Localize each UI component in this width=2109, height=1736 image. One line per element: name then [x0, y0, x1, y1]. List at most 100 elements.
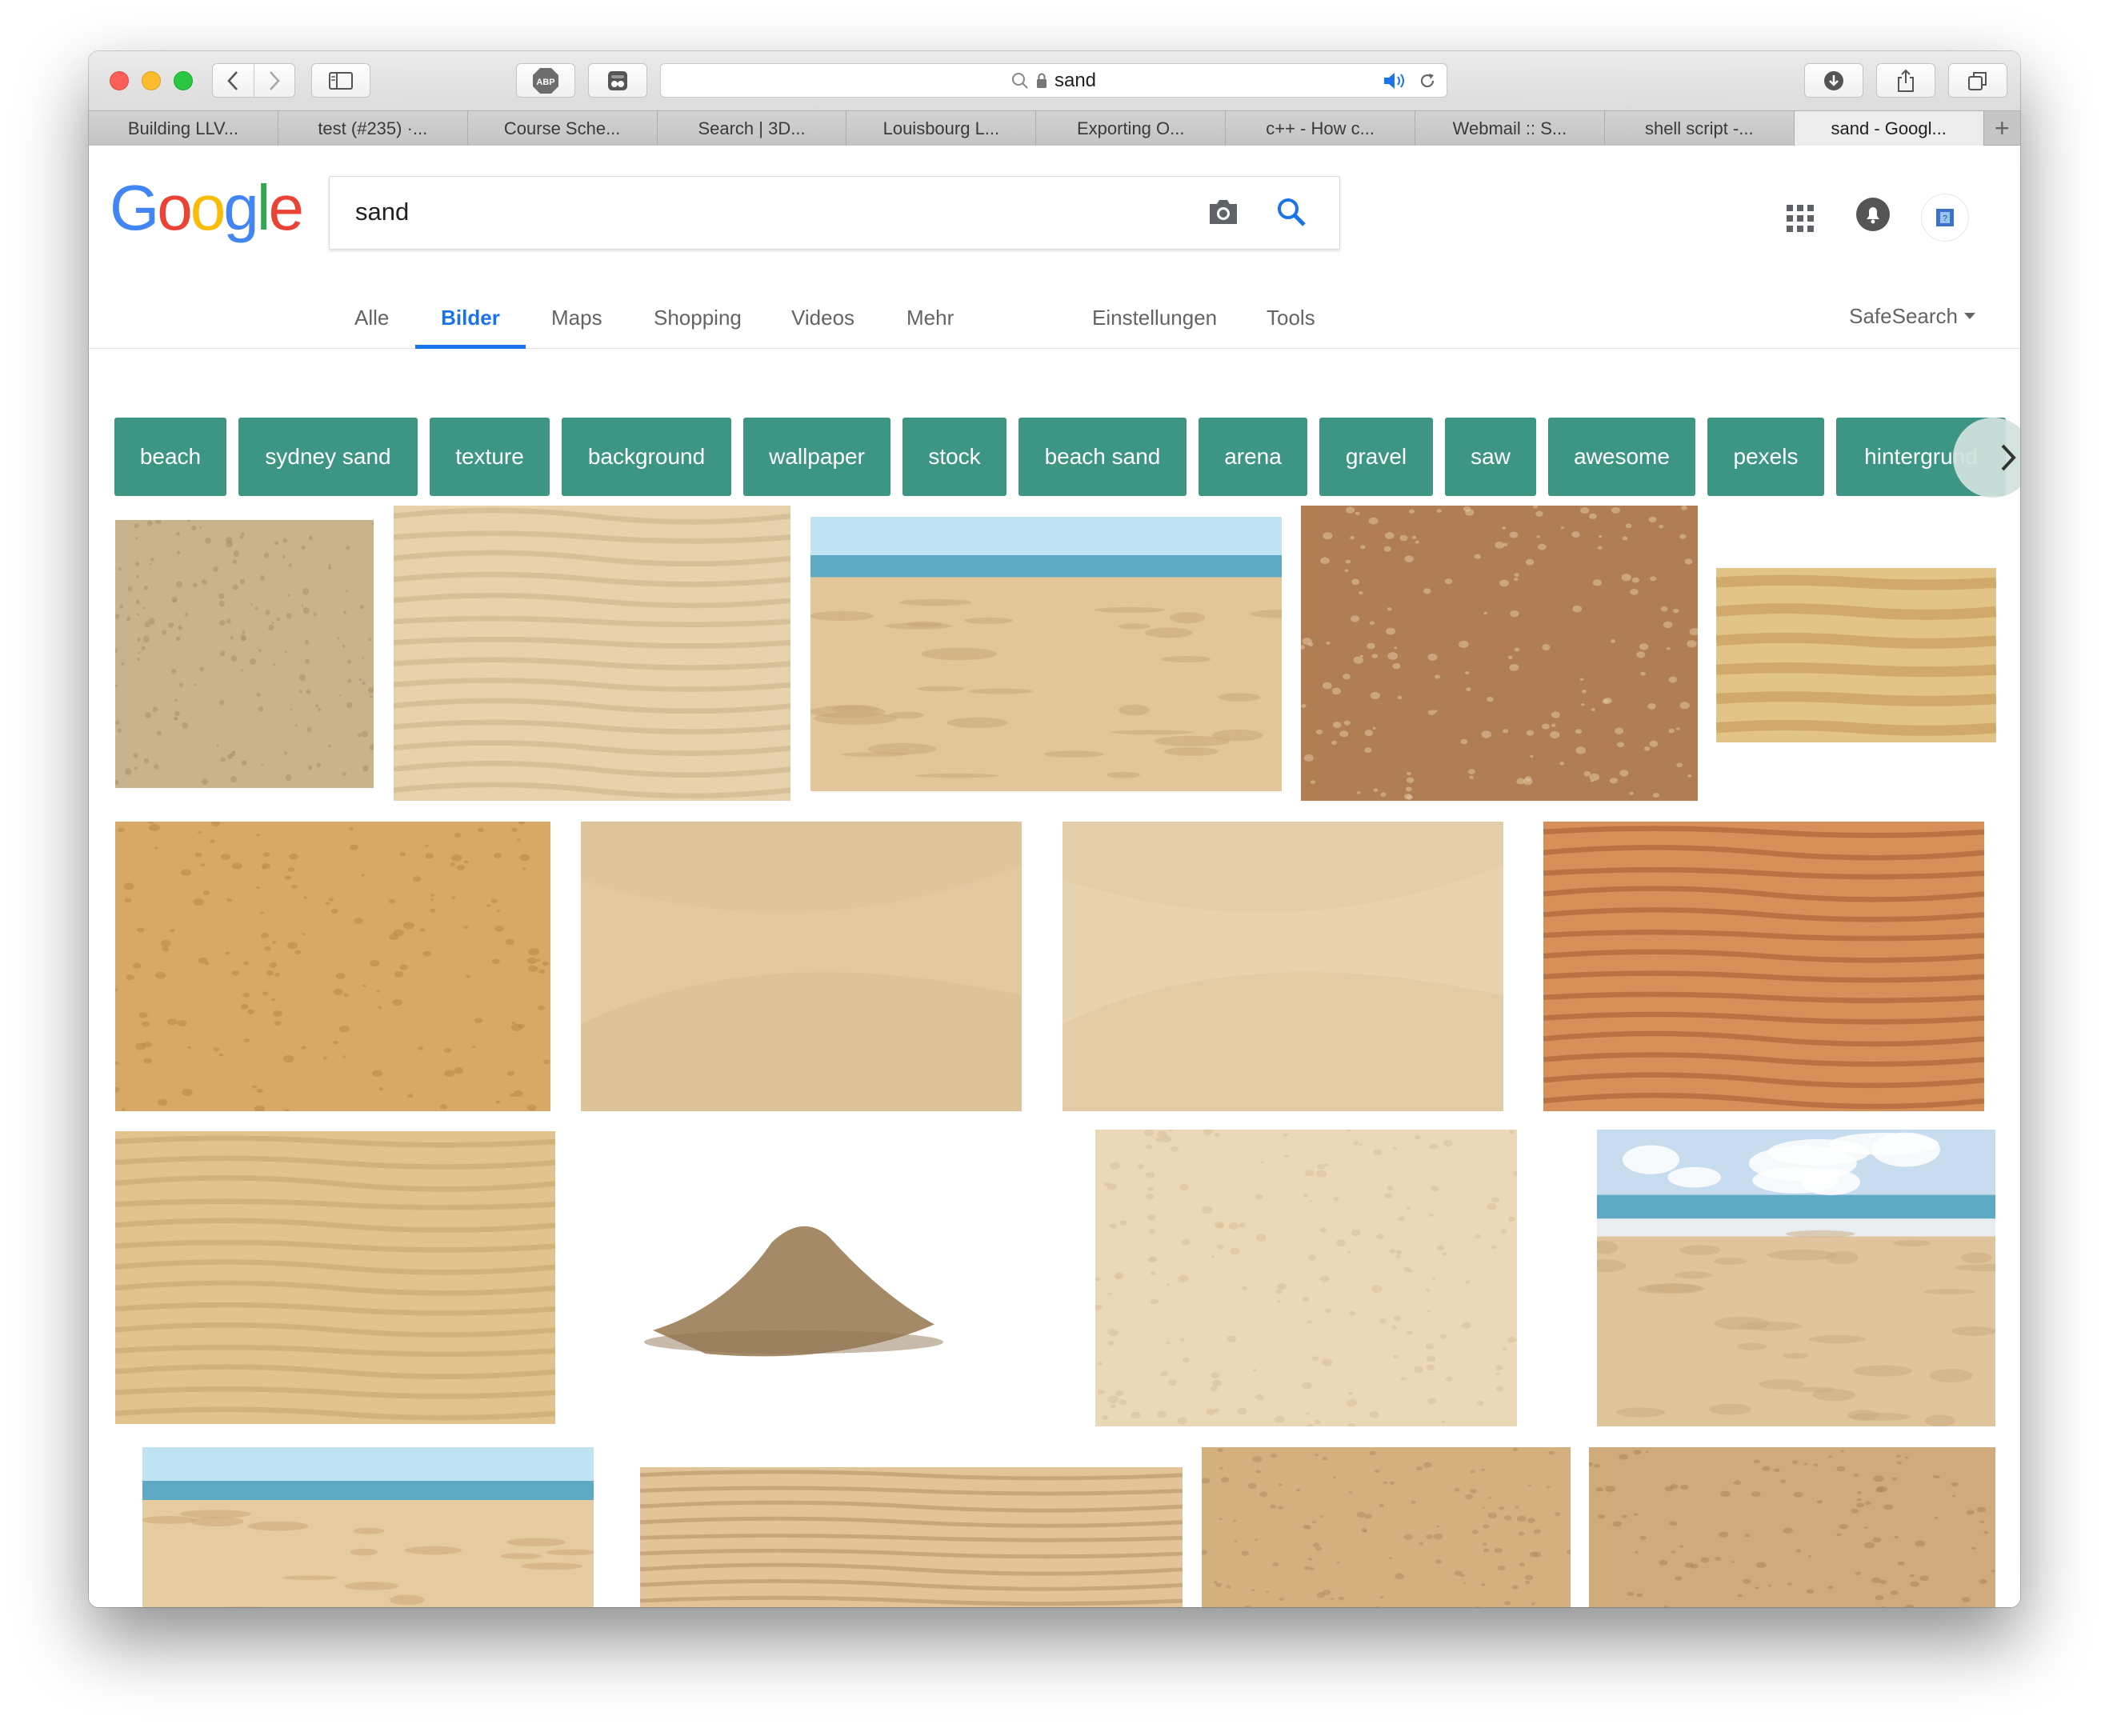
- safesearch-dropdown[interactable]: SafeSearch: [1849, 286, 1975, 346]
- chevron-left-icon: [227, 70, 238, 90]
- chip-label: sydney sand: [265, 444, 391, 469]
- forward-button[interactable]: [253, 64, 294, 97]
- image-result[interactable]: [1301, 506, 1698, 801]
- browser-toolbar: ABP sand: [89, 51, 2020, 110]
- url-text: sand: [1054, 69, 1097, 91]
- image-result[interactable]: [1716, 568, 1996, 742]
- chip-beach-sand[interactable]: beach sand: [1018, 418, 1187, 496]
- google-logo[interactable]: Google: [110, 172, 304, 243]
- chip-awesome[interactable]: awesome: [1548, 418, 1695, 496]
- search-icon[interactable]: [1275, 196, 1307, 232]
- browser-tab[interactable]: Exporting O...: [1036, 111, 1227, 146]
- chip-label: gravel: [1345, 444, 1407, 469]
- downloads-button[interactable]: [1804, 63, 1863, 98]
- ghostery-extension-button[interactable]: [588, 63, 647, 98]
- search-input[interactable]: sand: [329, 176, 1340, 250]
- settings-link[interactable]: Einstellungen: [1092, 286, 1217, 349]
- tab-alle[interactable]: Alle: [354, 286, 389, 349]
- adblock-label: ABP: [536, 78, 554, 87]
- bell-icon[interactable]: [1855, 197, 1891, 236]
- chip-beach[interactable]: beach: [114, 418, 226, 496]
- image-result[interactable]: [1543, 822, 1984, 1111]
- image-result[interactable]: [1202, 1447, 1571, 1607]
- search-query[interactable]: sand: [355, 198, 409, 226]
- chip-sydney-sand[interactable]: sydney sand: [238, 418, 418, 496]
- image-thumbnail: [115, 520, 374, 788]
- image-thumbnail: [1716, 568, 1996, 742]
- image-result[interactable]: [1063, 822, 1503, 1111]
- account-avatar[interactable]: ?: [1921, 194, 1969, 242]
- window-minimize-button[interactable]: [142, 71, 161, 90]
- back-button[interactable]: [213, 64, 254, 97]
- tab-bilder[interactable]: Bilder: [415, 286, 526, 349]
- image-result[interactable]: [394, 506, 790, 801]
- tab-maps[interactable]: Maps: [551, 286, 602, 349]
- chevron-right-icon: [270, 70, 280, 90]
- chip-gravel[interactable]: gravel: [1319, 418, 1433, 496]
- browser-tab[interactable]: shell script -...: [1604, 111, 1795, 146]
- plus-icon: +: [1994, 114, 2010, 142]
- logo-letter: o: [157, 172, 192, 243]
- browser-tab[interactable]: c++ - How c...: [1226, 111, 1416, 146]
- chip-label: stock: [928, 444, 981, 469]
- tools-link[interactable]: Tools: [1267, 286, 1315, 349]
- ghost-icon: [608, 70, 627, 90]
- show-all-tabs-button[interactable]: [1948, 63, 2007, 98]
- image-thumbnail: [1543, 822, 1984, 1111]
- image-result[interactable]: [574, 1131, 1014, 1424]
- sidebar-icon: [329, 71, 353, 90]
- chip-texture[interactable]: texture: [430, 418, 550, 496]
- adblock-extension-button[interactable]: ABP: [516, 63, 575, 98]
- image-result[interactable]: [640, 1467, 1183, 1607]
- image-result[interactable]: [810, 517, 1282, 791]
- tab-title: Webmail :: S...: [1452, 118, 1567, 138]
- image-result[interactable]: [115, 1131, 555, 1424]
- image-result[interactable]: [581, 822, 1022, 1111]
- camera-icon[interactable]: [1207, 196, 1240, 232]
- share-icon: [1898, 69, 1914, 92]
- browser-tab[interactable]: test (#235) ·...: [278, 111, 468, 146]
- sidebar-toggle-button[interactable]: [311, 63, 370, 98]
- reload-button[interactable]: [1418, 71, 1437, 94]
- image-result[interactable]: [115, 520, 374, 788]
- tab-title: test (#235) ·...: [318, 118, 428, 138]
- nav-label: Maps: [551, 305, 602, 330]
- chip-saw[interactable]: saw: [1445, 418, 1536, 496]
- image-thumbnail: [1597, 1130, 1995, 1426]
- new-tab-button[interactable]: +: [1984, 111, 2020, 146]
- browser-tab[interactable]: Webmail :: S...: [1415, 111, 1605, 146]
- tab-videos[interactable]: Videos: [791, 286, 854, 349]
- browser-tab[interactable]: Course Sche...: [467, 111, 658, 146]
- image-thumbnail: [142, 1447, 594, 1607]
- image-result[interactable]: [142, 1447, 594, 1607]
- safesearch-label: SafeSearch: [1849, 303, 1958, 328]
- search-type-nav: Alle Bilder Maps Shopping Videos Mehr Ei…: [89, 286, 2020, 349]
- chip-label: beach: [139, 444, 202, 469]
- nav-label: Videos: [791, 305, 855, 330]
- chip-stock[interactable]: stock: [902, 418, 1006, 496]
- browser-tab[interactable]: Louisbourg L...: [846, 111, 1037, 146]
- tab-mehr[interactable]: Mehr: [906, 286, 954, 349]
- image-result[interactable]: [1597, 1130, 1995, 1426]
- image-thumbnail: [1095, 1130, 1517, 1426]
- chip-pexels[interactable]: pexels: [1707, 418, 1824, 496]
- logo-letter: e: [268, 172, 304, 243]
- browser-tab[interactable]: Search | 3D...: [657, 111, 847, 146]
- image-result[interactable]: [1095, 1130, 1517, 1426]
- tab-shopping[interactable]: Shopping: [654, 286, 742, 349]
- image-result[interactable]: [115, 822, 550, 1111]
- apps-grid-icon[interactable]: [1787, 205, 1814, 236]
- browser-tab[interactable]: Building LLV...: [89, 111, 278, 146]
- browser-tab-active[interactable]: sand - Googl...: [1794, 111, 1984, 146]
- audio-playing-button[interactable]: [1383, 72, 1410, 94]
- chip-background[interactable]: background: [562, 418, 731, 496]
- image-result[interactable]: [1589, 1447, 1995, 1607]
- svg-text:?: ?: [1943, 214, 1947, 223]
- image-thumbnail: [394, 506, 790, 801]
- window-maximize-button[interactable]: [174, 71, 193, 90]
- chip-wallpaper[interactable]: wallpaper: [743, 418, 890, 496]
- share-button[interactable]: [1876, 63, 1935, 98]
- window-close-button[interactable]: [110, 71, 129, 90]
- address-bar[interactable]: sand: [660, 63, 1447, 98]
- chip-arena[interactable]: arena: [1199, 418, 1307, 496]
